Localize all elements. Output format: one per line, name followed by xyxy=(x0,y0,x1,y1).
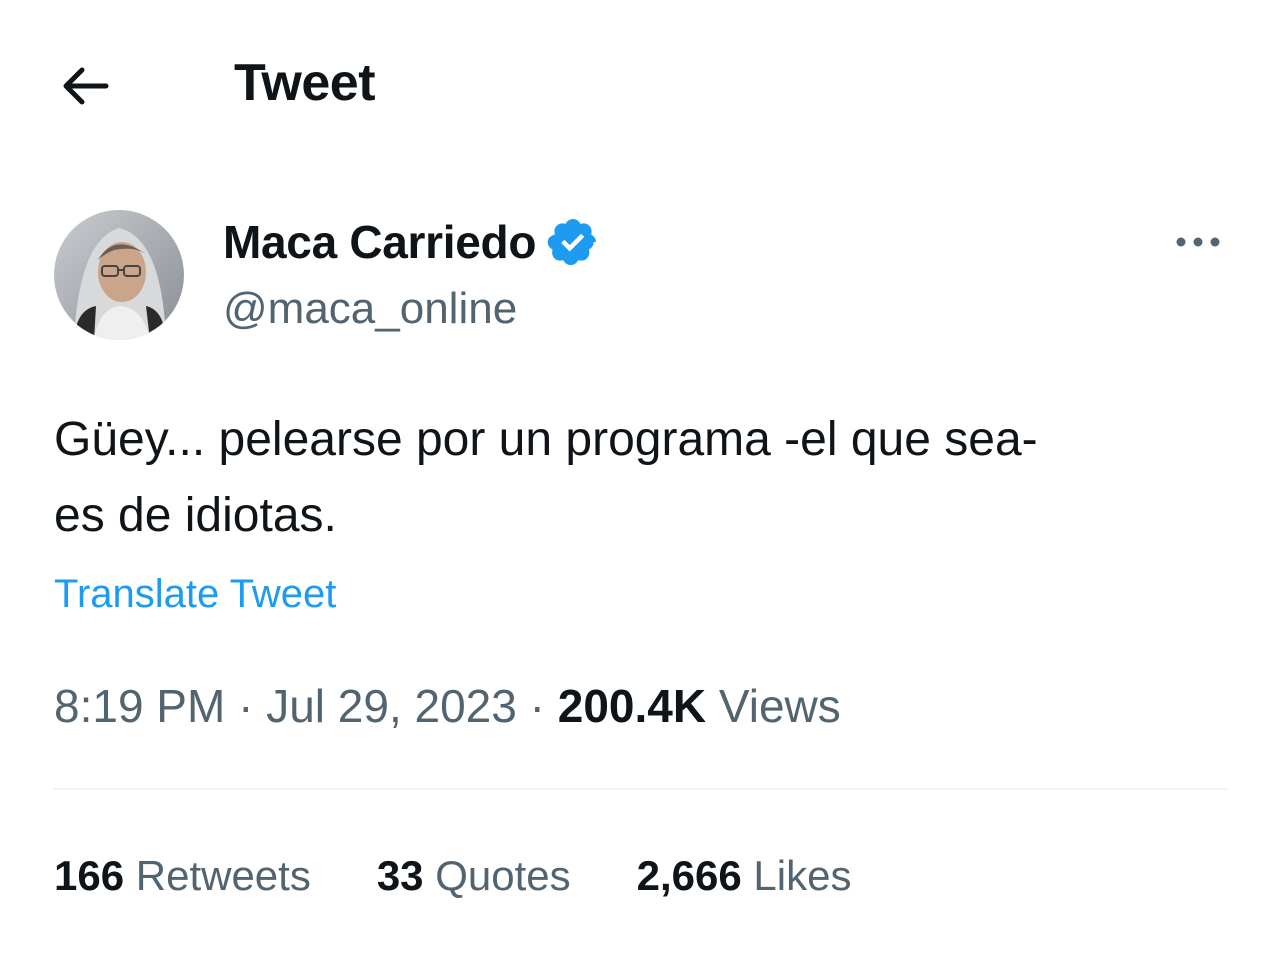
translate-tweet-link[interactable]: Translate Tweet xyxy=(54,568,336,620)
retweets-label: Retweets xyxy=(135,852,311,899)
author-display-name[interactable]: Maca Carriedo xyxy=(223,212,536,272)
meta-separator: · xyxy=(238,680,254,732)
avatar[interactable] xyxy=(54,210,184,340)
top-bar: Tweet xyxy=(0,0,1280,170)
tweet-text: Güey... pelearse por un programa -el que… xyxy=(54,413,1038,542)
engagement-stats: 166 Retweets 33 Quotes 2,666 Likes xyxy=(54,848,917,904)
meta-separator: · xyxy=(529,680,545,732)
quotes-label: Quotes xyxy=(435,852,571,899)
author-name-row: Maca Carriedo xyxy=(223,212,600,272)
divider xyxy=(54,788,1228,790)
tweet-date[interactable]: Jul 29, 2023 xyxy=(266,680,517,732)
views-label: Views xyxy=(718,680,841,732)
arrow-left-icon xyxy=(63,67,109,105)
tweet-metadata: 8:19 PM · Jul 29, 2023 · 200.4K Views xyxy=(54,676,841,736)
likes-label: Likes xyxy=(753,852,852,899)
more-horizontal-icon xyxy=(1176,237,1220,247)
page-title: Tweet xyxy=(234,54,376,112)
more-options-button[interactable] xyxy=(1168,222,1228,262)
verified-badge-icon xyxy=(547,218,597,266)
retweets-count: 166 xyxy=(54,852,125,899)
likes-stat[interactable]: 2,666 Likes xyxy=(637,848,852,904)
tweet-time[interactable]: 8:19 PM xyxy=(54,680,225,732)
quotes-count: 33 xyxy=(376,852,424,899)
back-button[interactable] xyxy=(56,58,112,114)
quotes-stat[interactable]: 33 Quotes xyxy=(377,848,571,904)
retweets-stat[interactable]: 166 Retweets xyxy=(54,848,311,904)
avatar-image xyxy=(54,210,184,340)
views-count: 200.4K xyxy=(557,680,707,732)
likes-count: 2,666 xyxy=(636,852,742,899)
author-handle[interactable]: @maca_online xyxy=(223,281,517,337)
